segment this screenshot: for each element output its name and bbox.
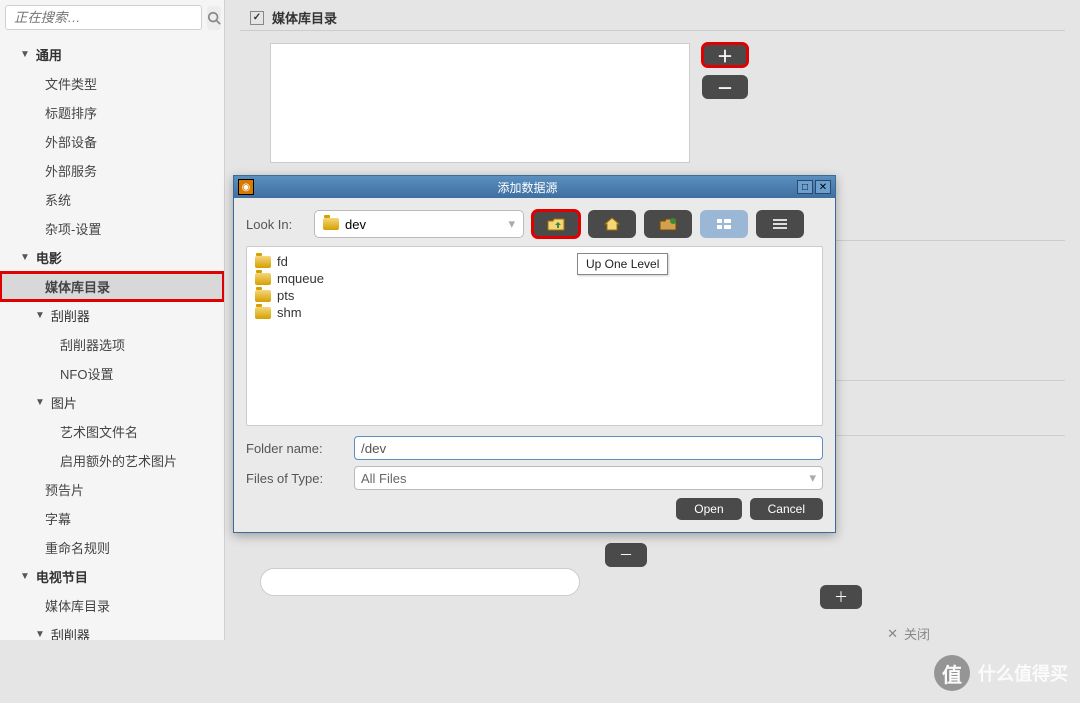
tree-item[interactable]: 刮削器选项 (0, 330, 224, 359)
tree-item-media-library-dir[interactable]: 媒体库目录 (0, 272, 224, 301)
section-tv-label: 电视节目 (36, 567, 88, 586)
tooltip: Up One Level (577, 253, 668, 275)
close-icon[interactable]: ✕ (815, 180, 831, 194)
label: 刮削器 (51, 625, 90, 640)
home-button[interactable] (588, 210, 636, 238)
tree-item[interactable]: 外部设备 (0, 127, 224, 156)
chevron-down-icon: ▾ (809, 470, 816, 486)
up-one-level-button[interactable] (532, 210, 580, 238)
tree-item[interactable]: 系统 (0, 185, 224, 214)
folder-icon (323, 218, 339, 230)
tree-subsect-tv-scraper[interactable]: ▼刮削器 (0, 620, 224, 640)
tree-item[interactable]: NFO设置 (0, 359, 224, 388)
file-type-select[interactable]: All Files ▾ (354, 466, 823, 490)
label: 刮削器 (51, 306, 90, 325)
folder-entry[interactable]: fd (253, 253, 816, 270)
sidebar: ▼通用 文件类型 标题排序 外部设备 外部服务 系统 杂项-设置 ▼电影 媒体库… (0, 0, 225, 640)
tree-item[interactable]: 重命名规则 (0, 533, 224, 562)
section-tv[interactable]: ▼电视节目 (0, 562, 224, 591)
cancel-button[interactable]: Cancel (750, 498, 823, 520)
settings-tree: ▼通用 文件类型 标题排序 外部设备 外部服务 系统 杂项-设置 ▼电影 媒体库… (0, 35, 224, 640)
watermark: 值 什么值得买 (934, 655, 1068, 691)
file-type-value: All Files (361, 471, 407, 486)
add-dir-button[interactable]: ＋ (702, 43, 748, 67)
folder-icon (255, 307, 271, 319)
tree-item[interactable]: 预告片 (0, 475, 224, 504)
tree-item[interactable]: 文件类型 (0, 69, 224, 98)
media-dir-list[interactable] (270, 43, 690, 163)
folder-entry[interactable]: pts (253, 287, 816, 304)
folder-entry[interactable]: shm (253, 304, 816, 321)
tree-subsect-scraper[interactable]: ▼刮削器 (0, 301, 224, 330)
extra-input[interactable] (260, 568, 580, 596)
file-browser[interactable]: fd mqueue pts shm Up One Level (246, 246, 823, 426)
remove-dir-button[interactable]: － (702, 75, 748, 99)
dialog-title: 添加数据源 (260, 179, 795, 196)
tree-item[interactable]: 杂项-设置 (0, 214, 224, 243)
dialog-titlebar[interactable]: ◉ 添加数据源 □ ✕ (234, 176, 835, 198)
add-extra-button[interactable]: ＋ (820, 585, 862, 609)
tree-item[interactable]: 艺术图文件名 (0, 417, 224, 446)
tree-subsect-image[interactable]: ▼图片 (0, 388, 224, 417)
checkbox-icon[interactable]: ✓ (250, 11, 264, 25)
details-view-button[interactable] (756, 210, 804, 238)
folder-icon (255, 273, 271, 285)
tree-item[interactable]: 媒体库目录 (0, 591, 224, 620)
search-input[interactable] (5, 5, 202, 30)
section-movie-label: 电影 (36, 248, 62, 267)
add-datasource-dialog: ◉ 添加数据源 □ ✕ Look In: dev ▾ (233, 175, 836, 533)
maximize-icon[interactable]: □ (797, 180, 813, 194)
app-icon: ◉ (238, 179, 254, 195)
folder-icon (255, 256, 271, 268)
tree-item[interactable]: 标题排序 (0, 98, 224, 127)
tree-item[interactable]: 外部服务 (0, 156, 224, 185)
page-title: 媒体库目录 (272, 8, 337, 27)
folder-entry[interactable]: mqueue (253, 270, 816, 287)
list-view-button[interactable] (700, 210, 748, 238)
tree-item[interactable]: 字幕 (0, 504, 224, 533)
watermark-text: 什么值得买 (978, 660, 1068, 686)
section-general[interactable]: ▼通用 (0, 40, 224, 69)
remove-extra-button[interactable]: － (605, 543, 647, 567)
open-button[interactable]: Open (676, 498, 741, 520)
section-general-label: 通用 (36, 45, 62, 64)
folder-name-label: Folder name: (246, 441, 346, 456)
folder-icon (255, 290, 271, 302)
lookin-label: Look In: (246, 217, 306, 232)
chevron-down-icon: ▾ (508, 216, 515, 232)
folder-name-input[interactable] (354, 436, 823, 460)
section-movie[interactable]: ▼电影 (0, 243, 224, 272)
watermark-icon: 值 (934, 655, 970, 691)
new-folder-button[interactable] (644, 210, 692, 238)
label: 图片 (51, 393, 77, 412)
lookin-select[interactable]: dev ▾ (314, 210, 524, 238)
search-icon[interactable] (207, 6, 221, 30)
file-type-label: Files of Type: (246, 471, 346, 486)
tree-item[interactable]: 启用额外的艺术图片 (0, 446, 224, 475)
lookin-value: dev (345, 217, 366, 232)
footer-close-button[interactable]: ✕关闭 (887, 624, 930, 643)
